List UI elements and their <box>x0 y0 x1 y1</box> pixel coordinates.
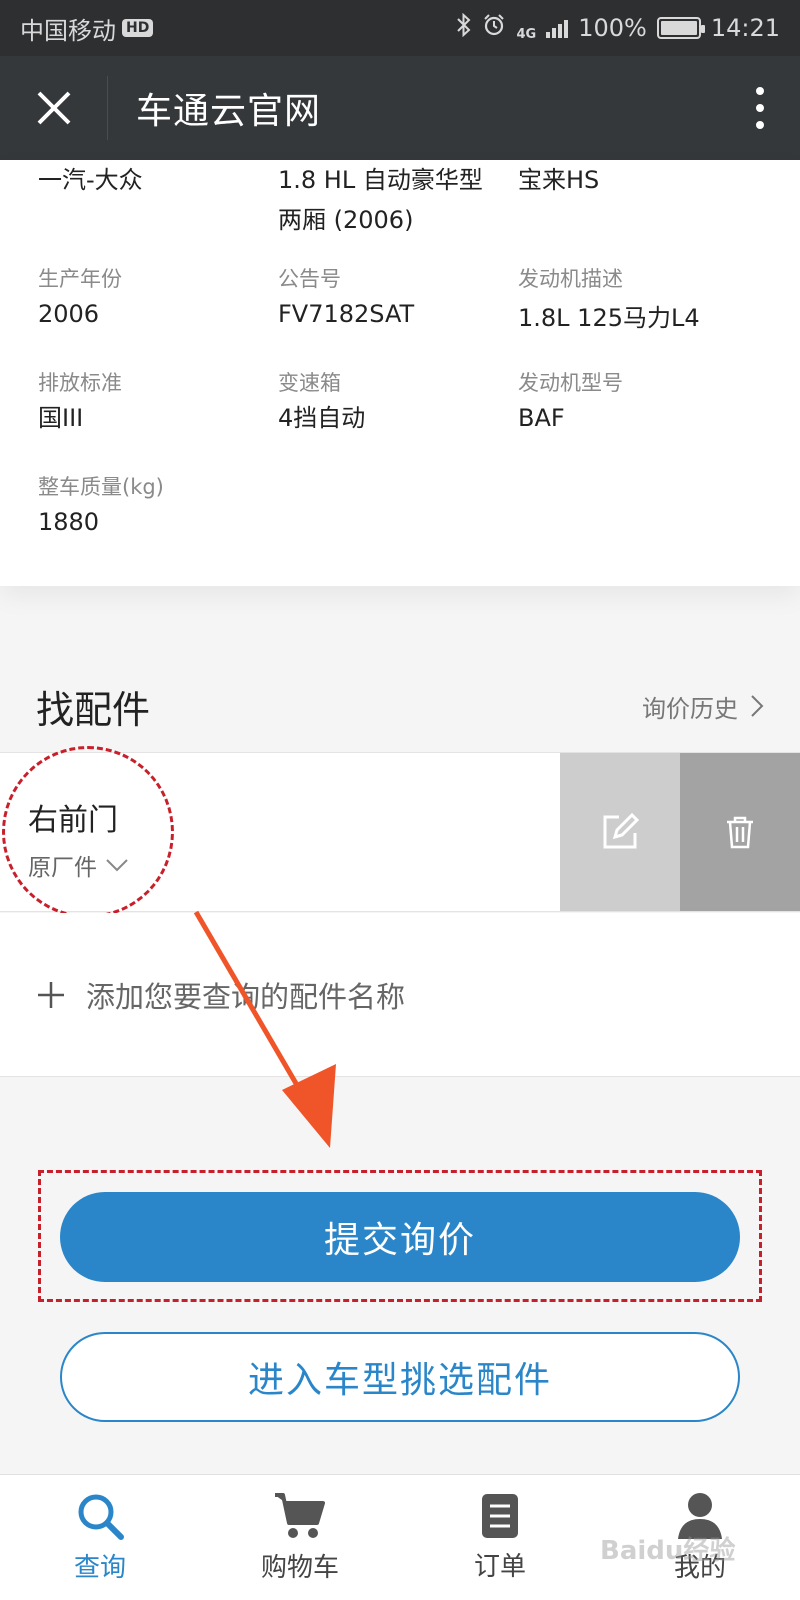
browse-by-model-button[interactable]: 进入车型挑选配件 <box>60 1332 740 1422</box>
submit-inquiry-button[interactable]: 提交询价 <box>60 1192 740 1282</box>
battery-fill <box>660 21 697 35</box>
field-label: 公告号 <box>278 267 341 291</box>
field-value: 国III <box>38 404 84 432</box>
add-part-placeholder: 添加您要查询的配件名称 <box>86 979 406 1014</box>
vehicle-series-value: 宝来HS <box>518 166 600 194</box>
vehicle-info-card: 一汽-大众 1.8 HL 自动豪华型 两厢 (2006) 宝来HS 生产年份 2… <box>0 160 800 586</box>
battery-percent: 100% <box>578 14 647 42</box>
parts-section-header: 找配件 询价历史 <box>0 660 800 752</box>
field-label: 变速箱 <box>278 371 341 395</box>
info-field: 变速箱 4挡自动 <box>278 368 508 438</box>
vehicle-model: 1.8 HL 自动豪华型 两厢 (2006) <box>278 160 518 240</box>
carrier-info: 中国移动 HD <box>20 11 154 46</box>
cart-icon <box>275 1493 325 1538</box>
field-value: 2006 <box>38 300 100 328</box>
hd-badge: HD <box>122 19 154 37</box>
watermark: Baidu经验 <box>600 1536 736 1566</box>
page-title: 车通云官网 <box>136 91 322 132</box>
field-value: 1880 <box>38 508 100 536</box>
nav-bar: 车通云官网 <box>0 56 800 160</box>
status-icons: 4G 100% 14:21 <box>456 12 780 43</box>
field-label: 排放标准 <box>38 371 122 395</box>
tab-cart[interactable]: 购物车 <box>200 1475 400 1600</box>
tab-label: 购物车 <box>260 1553 339 1583</box>
info-field: 生产年份 2006 <box>38 264 268 334</box>
info-field: 发动机型号 BAF <box>518 368 748 438</box>
info-field: 整车质量(kg) 1880 <box>38 472 268 542</box>
more-menu-button[interactable] <box>720 56 800 160</box>
add-part-row[interactable]: 添加您要查询的配件名称 <box>0 913 800 1077</box>
edit-part-button[interactable] <box>560 753 680 911</box>
carrier-name: 中国移动 <box>20 16 116 45</box>
network-type: 4G <box>516 27 537 42</box>
field-label: 发动机描述 <box>518 267 623 291</box>
info-field: 公告号 FV7182SAT <box>278 264 508 334</box>
highlight-circle-annotation <box>2 746 174 918</box>
plus-icon <box>38 981 64 1008</box>
history-link-label: 询价历史 <box>642 694 738 723</box>
bluetooth-icon <box>456 12 472 43</box>
field-label: 发动机型号 <box>518 371 623 395</box>
signal-icon <box>546 18 569 38</box>
chevron-right-icon <box>751 695 764 717</box>
tab-label: 查询 <box>73 1553 126 1583</box>
tab-label: 订单 <box>473 1552 526 1582</box>
info-field: 排放标准 国III <box>38 368 268 438</box>
field-value: 4挡自动 <box>278 404 366 432</box>
field-value: BAF <box>518 404 565 432</box>
info-field: 发动机描述 1.8L 125马力L4 <box>518 264 748 338</box>
tab-search[interactable]: 查询 <box>0 1475 200 1600</box>
section-title: 找配件 <box>36 687 151 732</box>
delete-part-button[interactable] <box>680 753 800 911</box>
status-bar: 中国移动 HD 4G 100% 14:21 <box>0 0 800 56</box>
close-button[interactable] <box>0 76 108 140</box>
edit-icon <box>603 813 639 849</box>
inquiry-history-link[interactable]: 询价历史 <box>642 689 764 724</box>
field-value: 1.8L 125马力L4 <box>518 304 700 332</box>
field-value: FV7182SAT <box>278 300 415 328</box>
vehicle-model-value: 1.8 HL 自动豪华型 两厢 (2006) <box>278 166 483 234</box>
alarm-icon <box>482 13 506 43</box>
trash-icon <box>727 816 753 849</box>
battery-icon <box>656 17 705 39</box>
vehicle-brand-value: 一汽-大众 <box>38 166 143 194</box>
close-icon <box>37 91 70 125</box>
vehicle-brand: 一汽-大众 <box>38 160 268 200</box>
search-icon <box>78 1494 124 1540</box>
field-label: 整车质量(kg) <box>38 475 164 499</box>
field-label: 生产年份 <box>38 267 122 291</box>
order-icon <box>482 1494 518 1538</box>
tab-orders[interactable]: 订单 <box>400 1475 600 1600</box>
vehicle-series: 宝来HS <box>518 160 748 200</box>
more-vertical-icon <box>756 87 764 129</box>
clock: 14:21 <box>710 14 780 42</box>
